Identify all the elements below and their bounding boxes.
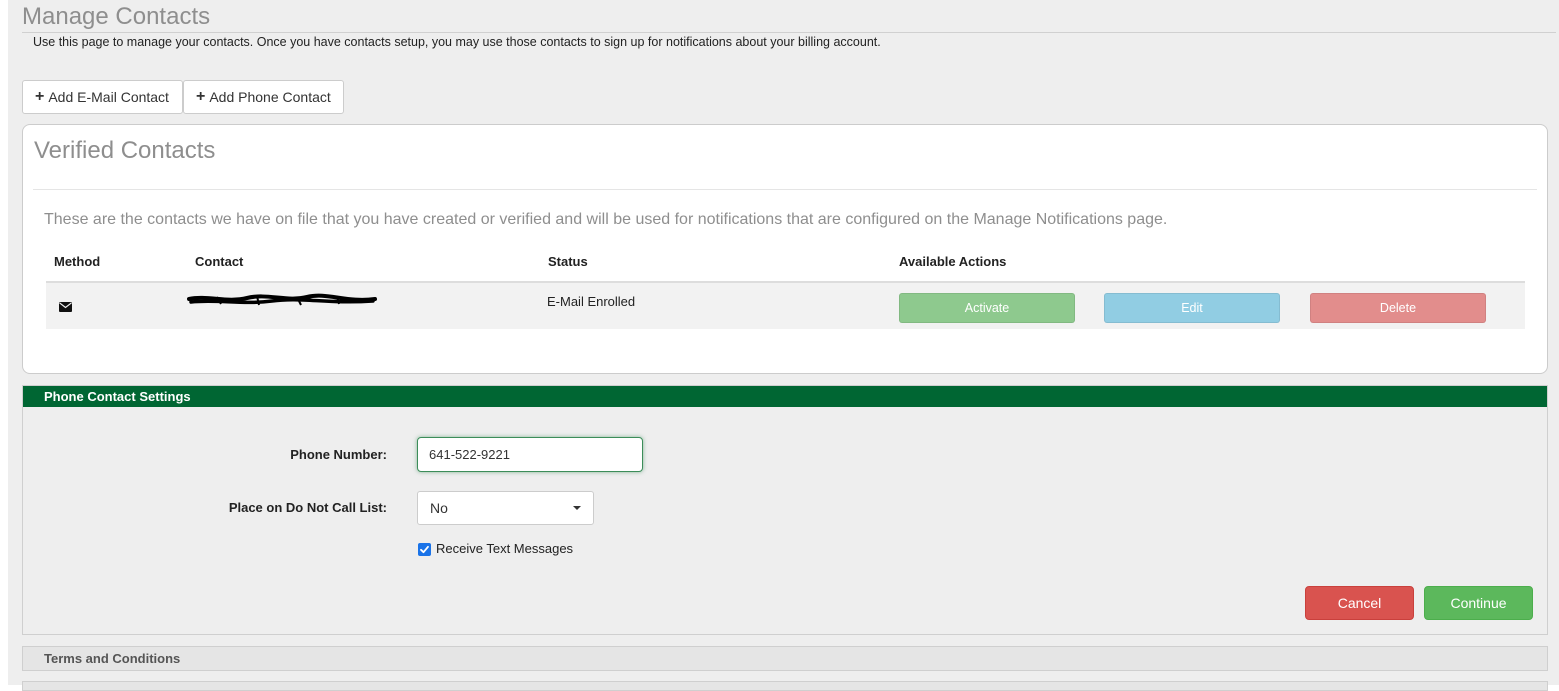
phone-settings-header: Phone Contact Settings [23, 386, 1547, 407]
title-divider [22, 32, 1556, 33]
column-header-method: Method [54, 254, 101, 269]
continue-button[interactable]: Continue [1424, 586, 1533, 620]
do-not-call-label: Place on Do Not Call List: [228, 500, 387, 515]
verified-contacts-title: Verified Contacts [34, 137, 216, 164]
activate-button[interactable]: Activate [899, 293, 1075, 323]
do-not-call-value: No [430, 500, 448, 516]
column-header-status: Status [548, 254, 588, 269]
plus-icon: + [196, 88, 206, 105]
column-header-actions: Available Actions [899, 254, 1007, 269]
receive-text-messages-checkbox[interactable] [418, 543, 431, 556]
panel-divider [33, 189, 1537, 190]
page-title: Manage Contacts [22, 3, 211, 30]
add-phone-contact-label: Add Phone Contact [209, 89, 331, 105]
page-intro: Use this page to manage your contacts. O… [33, 35, 881, 49]
cancel-button[interactable]: Cancel [1305, 586, 1414, 620]
table-row: E-Mail Enrolled Activate Edit Delete [46, 283, 1525, 329]
phone-number-input[interactable] [417, 437, 643, 472]
receive-text-messages-label: Receive Text Messages [436, 541, 574, 556]
caret-down-icon [573, 506, 581, 510]
column-header-contact: Contact [195, 254, 244, 269]
add-phone-contact-button[interactable]: + Add Phone Contact [183, 80, 344, 114]
delete-button[interactable]: Delete [1310, 293, 1486, 323]
verified-contacts-description: These are the contacts we have on file t… [44, 211, 1168, 228]
add-email-contact-label: Add E-Mail Contact [48, 89, 169, 105]
do-not-call-select[interactable]: No [417, 491, 594, 525]
terms-and-conditions-section[interactable]: Terms and Conditions [22, 646, 1548, 671]
envelope-icon [59, 299, 72, 312]
plus-icon: + [35, 88, 45, 105]
phone-contact-settings-panel: Phone Contact Settings Phone Number: Pla… [22, 385, 1548, 635]
edit-button[interactable]: Edit [1104, 293, 1280, 323]
add-email-contact-button[interactable]: + Add E-Mail Contact [22, 80, 183, 114]
contact-status: E-Mail Enrolled [547, 294, 636, 309]
redacted-contact-scribble [187, 293, 377, 309]
next-section-bar [22, 681, 1548, 691]
verified-contacts-panel: Verified Contacts These are the contacts… [22, 124, 1548, 374]
phone-number-label: Phone Number: [290, 447, 387, 462]
page: Manage Contacts Use this page to manage … [8, 0, 1559, 691]
